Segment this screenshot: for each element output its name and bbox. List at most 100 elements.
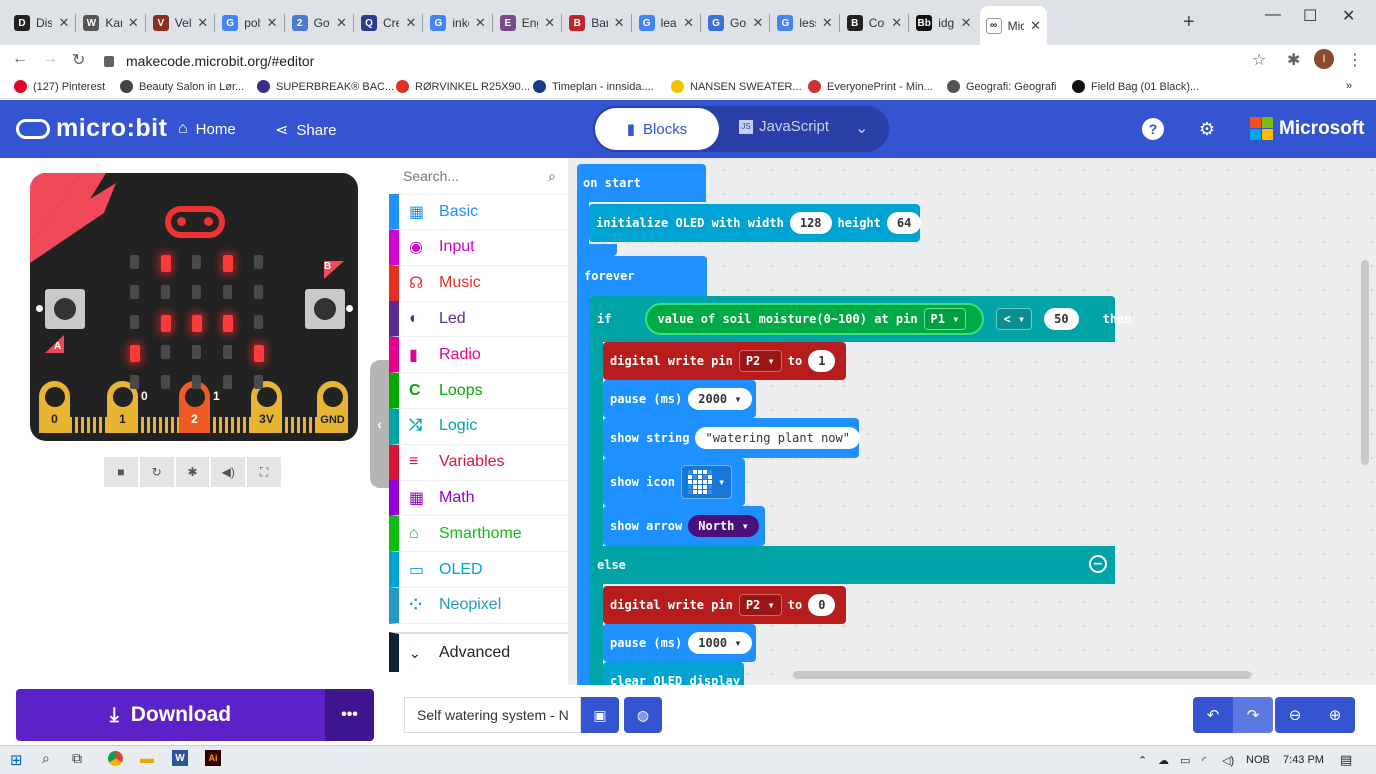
wifi-icon[interactable]: ◜ bbox=[1202, 754, 1206, 767]
zoom-out-button[interactable]: ⊖ bbox=[1275, 697, 1315, 733]
file-explorer-icon[interactable]: ▬ bbox=[140, 750, 154, 766]
pause2-dropdown[interactable]: 1000 ▾ bbox=[688, 632, 752, 654]
category-basic[interactable]: ▦ Basic bbox=[389, 194, 568, 230]
threshold-input[interactable]: 50 bbox=[1044, 308, 1079, 330]
pin-0[interactable]: 0 bbox=[39, 381, 70, 433]
string-input[interactable]: "watering plant now" bbox=[695, 427, 860, 449]
dw2-value-input[interactable]: 0 bbox=[808, 594, 836, 616]
category-logic[interactable]: ⤮ Logic bbox=[389, 408, 568, 445]
share-button[interactable]: ⋖ Share bbox=[275, 120, 336, 140]
category-math[interactable]: ▦ Math bbox=[389, 480, 568, 517]
forward-icon[interactable]: → bbox=[42, 50, 58, 68]
project-name-input[interactable]: Self watering system - N bbox=[404, 697, 581, 733]
search-icon[interactable]: ⌕ bbox=[42, 750, 50, 767]
download-more-button[interactable]: ••• bbox=[325, 689, 374, 741]
show-arrow-block[interactable]: show arrow North ▾ bbox=[603, 506, 765, 546]
new-tab-button[interactable]: + bbox=[1183, 11, 1195, 34]
advanced-category[interactable]: ⌄ Advanced bbox=[389, 632, 568, 672]
chrome-icon[interactable] bbox=[108, 751, 123, 766]
browser-tab[interactable]: ∞ Mic ✕ bbox=[979, 6, 1047, 45]
browser-tab[interactable]: Bb idg1 ✕ bbox=[910, 8, 977, 38]
tray-chevron-icon[interactable]: ⌃ bbox=[1138, 754, 1147, 767]
close-tab-icon[interactable]: ✕ bbox=[683, 15, 694, 31]
fullscreen-icon[interactable]: ⛶ bbox=[247, 457, 281, 487]
chevron-down-icon[interactable]: ⌄ bbox=[855, 118, 868, 138]
workspace-horizontal-scrollbar[interactable] bbox=[793, 671, 1251, 679]
category-oled[interactable]: ▭ OLED bbox=[389, 552, 568, 588]
microbit-logo[interactable]: micro:bit bbox=[16, 114, 167, 143]
bookmark-item[interactable]: (127) Pinterest bbox=[14, 80, 105, 93]
battery-icon[interactable]: ▭ bbox=[1180, 754, 1190, 767]
category-variables[interactable]: ≡ Variables bbox=[389, 444, 568, 481]
show-string-block[interactable]: show string "watering plant now" bbox=[603, 418, 860, 458]
category-music[interactable]: ☊ Music bbox=[389, 265, 568, 302]
browser-tab[interactable]: G Goo ✕ bbox=[702, 8, 769, 38]
profile-avatar[interactable]: I bbox=[1314, 49, 1334, 69]
browser-tab[interactable]: V Velg ✕ bbox=[147, 8, 214, 38]
download-button[interactable]: ⤓ Download bbox=[16, 689, 325, 741]
soil-moisture-reporter[interactable]: value of soil moisture(0~100) at pin P1 ▾ bbox=[645, 303, 985, 335]
pause1-dropdown[interactable]: 2000 ▾ bbox=[688, 388, 752, 410]
javascript-tab[interactable]: JS JavaScript bbox=[739, 118, 829, 135]
home-button[interactable]: ⌂ Home bbox=[178, 120, 236, 138]
pin-gnd[interactable]: GND bbox=[317, 381, 348, 433]
bookmark-item[interactable]: SUPERBREAK® BAC... bbox=[257, 80, 394, 93]
forever-block[interactable]: forever bbox=[577, 256, 707, 296]
category-neopixel[interactable]: ⁘ Neopixel bbox=[389, 587, 568, 624]
category-led[interactable]: ◐ Led bbox=[389, 301, 568, 338]
category-input[interactable]: ◉ Input bbox=[389, 229, 568, 266]
browser-tab[interactable]: W Kara ✕ bbox=[77, 8, 144, 38]
restart-icon[interactable]: ↻ bbox=[139, 457, 174, 487]
close-window-icon[interactable]: ✕ bbox=[1342, 6, 1355, 26]
browser-tab[interactable]: Q Crea ✕ bbox=[355, 8, 422, 38]
zoom-in-button[interactable]: ⊕ bbox=[1315, 697, 1355, 733]
on-start-block[interactable]: on start bbox=[577, 164, 706, 202]
windows-start-icon[interactable]: ⊞ bbox=[10, 751, 23, 769]
pause-block-1[interactable]: pause (ms) 2000 ▾ bbox=[603, 380, 756, 418]
clock[interactable]: 7:43 PM bbox=[1283, 754, 1324, 766]
notifications-icon[interactable]: ▤ bbox=[1340, 752, 1352, 768]
bookmark-item[interactable]: Beauty Salon in Lør... bbox=[120, 80, 244, 93]
dw2-pin-dropdown[interactable]: P2 ▾ bbox=[738, 594, 782, 616]
debug-icon[interactable]: ✱ bbox=[175, 457, 210, 487]
browser-tab[interactable]: Glear ✕ bbox=[633, 8, 700, 38]
icon-dropdown[interactable]: ▾ bbox=[681, 465, 733, 499]
show-icon-block[interactable]: show icon ▾ bbox=[603, 458, 745, 506]
search-icon[interactable]: ⌕ bbox=[548, 168, 556, 185]
arrow-dropdown[interactable]: North ▾ bbox=[688, 515, 759, 537]
close-tab-icon[interactable]: ✕ bbox=[544, 15, 555, 31]
pause-block-2[interactable]: pause (ms) 1000 ▾ bbox=[603, 624, 756, 662]
digital-write-block-1[interactable]: digital write pin P2 ▾ to 1 bbox=[603, 342, 846, 380]
bookmark-item[interactable]: Timeplan - innsida.... bbox=[533, 80, 654, 93]
digital-write-block-2[interactable]: digital write pin P2 ▾ to 0 bbox=[603, 586, 846, 624]
close-tab-icon[interactable]: ✕ bbox=[58, 15, 69, 31]
help-icon[interactable]: ? bbox=[1142, 118, 1164, 140]
browser-tab[interactable]: B Cou ✕ bbox=[841, 8, 908, 38]
gear-icon[interactable]: ⚙ bbox=[1196, 118, 1218, 140]
bookmark-item[interactable]: EveryonePrint - Min... bbox=[808, 80, 933, 93]
button-a[interactable] bbox=[45, 289, 85, 329]
dw1-pin-dropdown[interactable]: P2 ▾ bbox=[738, 350, 782, 372]
volume-icon[interactable]: ◁) bbox=[1222, 754, 1234, 767]
close-tab-icon[interactable]: ✕ bbox=[961, 15, 972, 31]
workspace-vertical-scrollbar[interactable] bbox=[1361, 260, 1369, 465]
word-icon[interactable]: W bbox=[172, 750, 188, 766]
soil-pin-dropdown[interactable]: P1 ▾ bbox=[923, 308, 967, 330]
browser-tab[interactable]: E Engi ✕ bbox=[494, 8, 561, 38]
bookmark-item[interactable]: RØRVINKEL R25X90... bbox=[396, 80, 530, 93]
redo-button[interactable]: ↷ bbox=[1233, 697, 1273, 733]
close-tab-icon[interactable]: ✕ bbox=[267, 15, 278, 31]
github-button[interactable]: ◍ bbox=[624, 697, 662, 733]
maximize-icon[interactable]: ☐ bbox=[1303, 6, 1317, 26]
else-section[interactable]: else − bbox=[589, 546, 1115, 584]
close-tab-icon[interactable]: ✕ bbox=[614, 15, 625, 31]
close-tab-icon[interactable]: ✕ bbox=[822, 15, 833, 31]
collapse-simulator-button[interactable]: ‹ bbox=[370, 360, 389, 488]
back-icon[interactable]: ← bbox=[12, 50, 28, 68]
sound-icon[interactable]: ◀) bbox=[211, 457, 246, 487]
bookmarks-overflow-button[interactable]: » bbox=[1346, 80, 1352, 92]
close-tab-icon[interactable]: ✕ bbox=[197, 15, 208, 31]
onedrive-icon[interactable]: ☁ bbox=[1158, 754, 1169, 767]
bookmark-item[interactable]: NANSEN SWEATER... bbox=[671, 80, 802, 93]
browser-tab[interactable]: B Banl ✕ bbox=[563, 8, 630, 38]
